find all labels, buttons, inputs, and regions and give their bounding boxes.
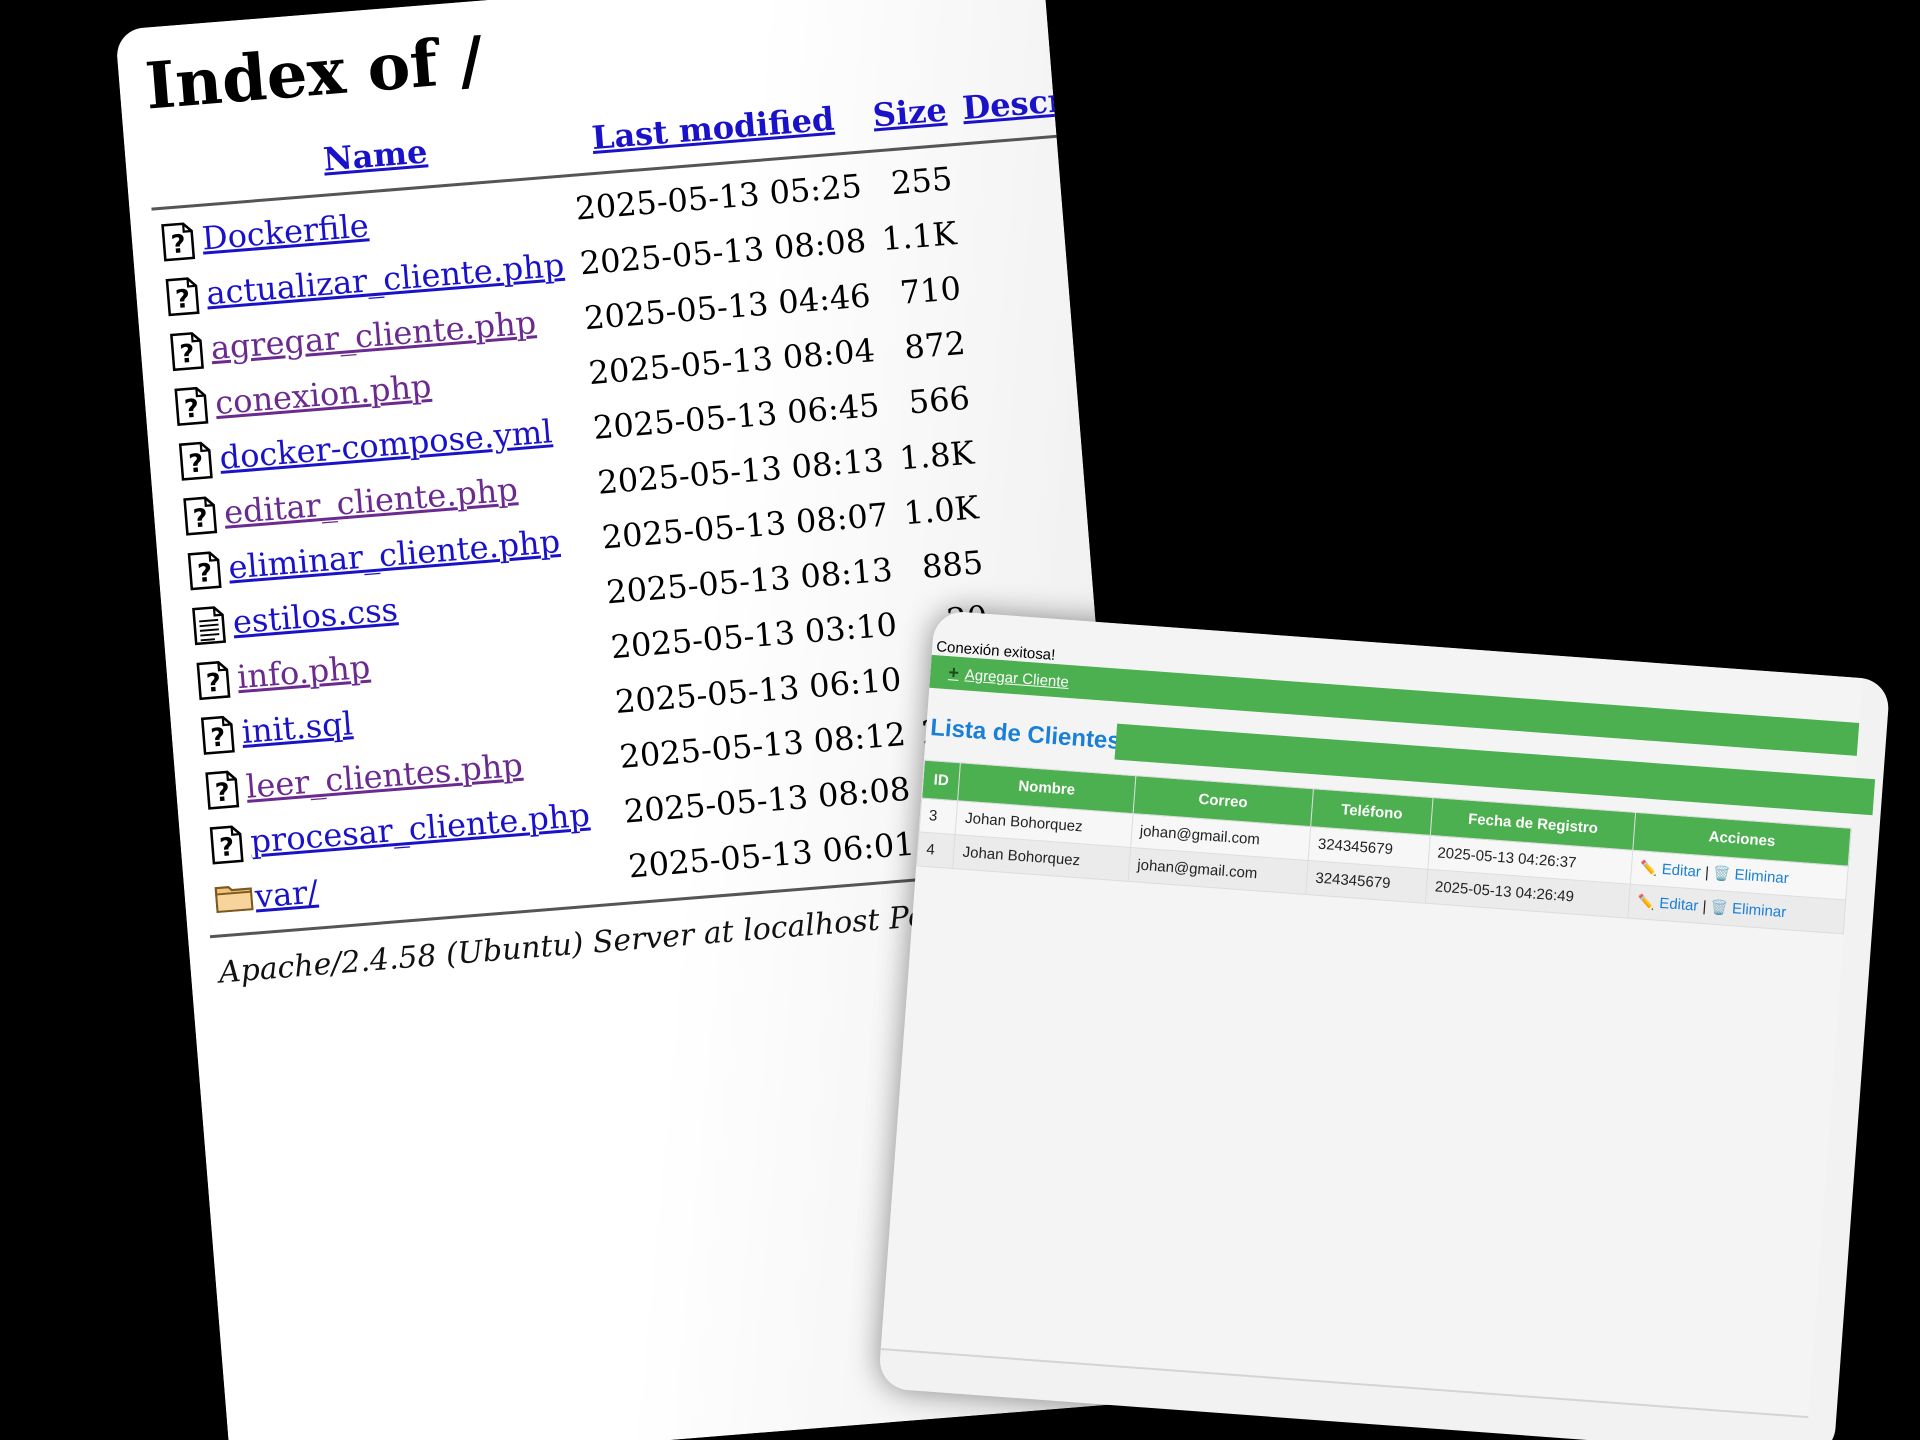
text-file-icon <box>192 605 227 645</box>
svg-text:?: ? <box>187 447 204 478</box>
clients-page: Conexión exitosa! + Agregar Cliente Lista… <box>880 610 1876 1419</box>
entry-icon-cell <box>205 869 254 927</box>
sort-by-description-link[interactable]: Description <box>961 73 1158 128</box>
unknown-file-icon: ? <box>205 769 240 810</box>
delete-client-link[interactable]: Eliminar <box>1732 900 1787 921</box>
entry-size: 1.1K <box>880 213 958 258</box>
unknown-file-icon: ? <box>209 824 244 865</box>
entry-icon-cell: ? <box>174 486 218 544</box>
unknown-file-icon: ? <box>161 221 196 262</box>
entry-size: 1.0K <box>902 487 980 532</box>
client-id-cell: 4 <box>916 831 956 869</box>
sort-by-modified-link[interactable]: Last modified <box>590 100 835 157</box>
entry-link[interactable]: info.php <box>236 647 372 696</box>
entry-icon-cell: ? <box>152 211 196 269</box>
entry-icon-cell: ? <box>196 760 240 818</box>
entry-icon-cell <box>183 595 227 653</box>
trash-icon: 🗑️ <box>1712 864 1732 882</box>
clients-window: Conexión exitosa! + Agregar Cliente Lista… <box>877 610 1891 1440</box>
entry-link[interactable]: Dockerfile <box>200 206 369 257</box>
entry-icon-cell: ? <box>161 321 205 379</box>
unknown-file-icon: ? <box>187 550 222 591</box>
client-id-cell: 3 <box>919 798 959 835</box>
svg-text:?: ? <box>174 283 191 314</box>
entry-link[interactable]: var/ <box>253 872 319 915</box>
entry-icon-cell: ? <box>187 650 231 708</box>
entry-size: 566 <box>907 378 972 421</box>
entry-size: 872 <box>902 323 967 367</box>
plus-icon: + <box>947 662 960 683</box>
svg-text:?: ? <box>170 228 187 259</box>
entry-icon-cell: ? <box>165 376 209 434</box>
unknown-file-icon: ? <box>196 660 231 700</box>
icon-column-header <box>147 146 191 203</box>
entry-icon-cell: ? <box>156 266 200 324</box>
svg-text:?: ? <box>209 721 226 752</box>
entry-size: 1.8K <box>897 433 976 477</box>
sort-by-size-link[interactable]: Size <box>871 91 948 135</box>
unknown-file-icon: ? <box>165 276 200 317</box>
entry-link[interactable]: conexion.php <box>214 366 433 421</box>
sort-by-name-link[interactable]: Name <box>322 132 429 178</box>
svg-text:?: ? <box>214 776 231 807</box>
entry-link[interactable]: estilos.css <box>231 590 399 641</box>
svg-text:?: ? <box>205 666 222 697</box>
entry-size: 255 <box>889 158 954 202</box>
action-separator: | <box>1701 898 1708 916</box>
entry-icon-cell: ? <box>178 540 222 598</box>
size-column-header: Size <box>862 84 957 145</box>
add-client-label: Agregar Cliente <box>964 666 1070 691</box>
unknown-file-icon: ? <box>170 331 205 371</box>
svg-text:?: ? <box>183 392 200 423</box>
pencil-icon: ✏️ <box>1639 859 1659 877</box>
svg-text:?: ? <box>179 338 196 369</box>
entry-icon-cell: ? <box>192 705 236 763</box>
edit-client-link[interactable]: Editar <box>1661 861 1701 881</box>
entry-icon-cell: ? <box>170 431 214 489</box>
description-column-header: Description <box>952 66 1158 138</box>
svg-text:?: ? <box>192 502 209 533</box>
folder-icon <box>214 879 254 919</box>
svg-text:?: ? <box>218 831 235 862</box>
entry-icon-cell: ? <box>200 814 244 872</box>
entry-size: 885 <box>920 542 985 586</box>
unknown-file-icon: ? <box>183 495 218 536</box>
unknown-file-icon: ? <box>178 440 213 481</box>
edit-client-link[interactable]: Editar <box>1659 895 1699 915</box>
clients-column-header: ID <box>921 760 961 801</box>
unknown-file-icon: ? <box>174 386 209 426</box>
trash-icon: 🗑️ <box>1710 898 1729 916</box>
svg-text:?: ? <box>196 557 213 588</box>
unknown-file-icon: ? <box>200 715 235 755</box>
delete-client-link[interactable]: Eliminar <box>1734 866 1789 887</box>
entry-size: 710 <box>898 268 963 312</box>
pencil-icon: ✏️ <box>1637 893 1656 911</box>
action-separator: | <box>1704 864 1710 882</box>
entry-link[interactable]: init.sql <box>240 704 354 751</box>
